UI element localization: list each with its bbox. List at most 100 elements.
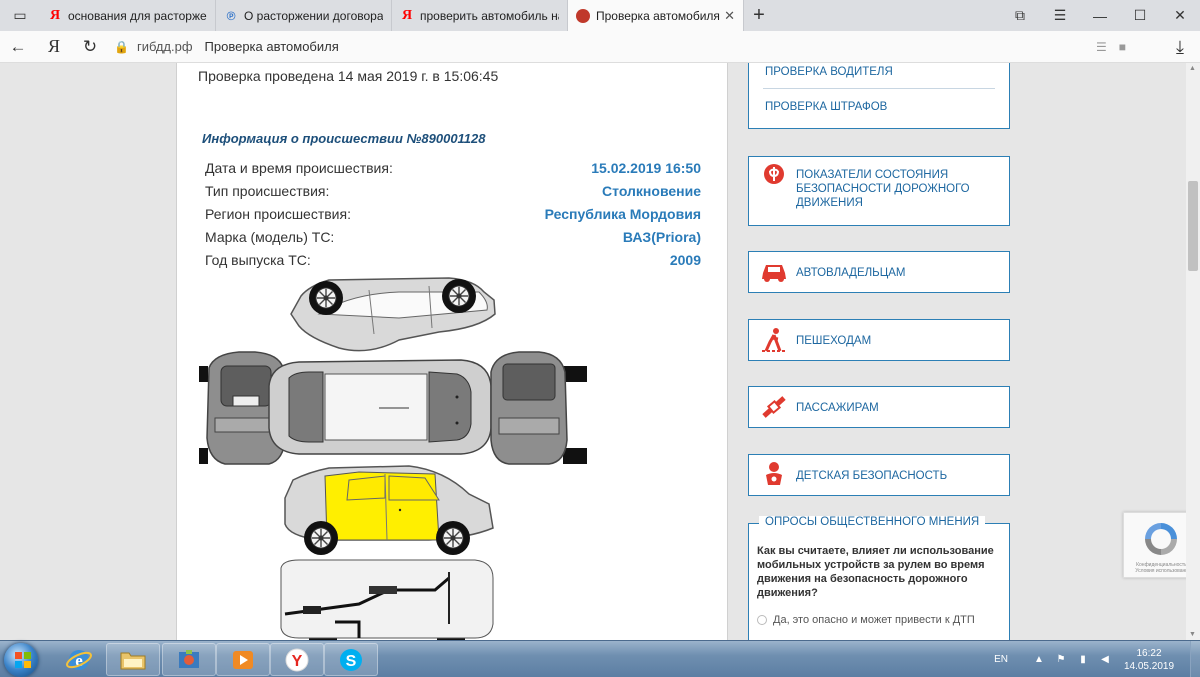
sidebar-item-label: ПЕШЕХОДАМ	[796, 335, 872, 347]
incident-title: Информация о происшествии №890001128	[202, 131, 486, 146]
show-desktop-button[interactable]	[1190, 641, 1200, 677]
browser-tab-3[interactable]: Я проверить автомобиль на	[392, 0, 568, 31]
url-field[interactable]: 🔒 гибдд.рф Проверка автомобиля ☰ ■	[114, 34, 1134, 60]
info-value: ВАЗ(Priora)	[622, 229, 701, 245]
scroll-down-arrow-icon[interactable]: ▼	[1189, 631, 1196, 638]
new-tab-button[interactable]: +	[744, 0, 774, 31]
seatbelt-icon	[759, 392, 789, 422]
child-icon	[759, 460, 789, 490]
control-panel-icon[interactable]	[162, 643, 216, 676]
tab-title: проверить автомобиль на	[420, 8, 559, 23]
car-damage-diagram	[199, 277, 587, 640]
yandex-icon: Я	[401, 7, 413, 23]
radio-button[interactable]	[757, 615, 767, 625]
action-center-icon[interactable]: ⚑	[1052, 654, 1070, 665]
window-controls: ⧉ ☰ — ☐ ✕	[1000, 0, 1200, 31]
divider	[763, 88, 995, 89]
car-top-view	[268, 359, 492, 455]
info-row: Дата и время происшествия: 15.02.2019 16…	[205, 160, 701, 183]
skype-icon[interactable]: S	[324, 643, 378, 676]
info-row: Марка (модель) ТС: ВАЗ(Priora)	[205, 229, 701, 252]
info-label: Марка (модель) ТС:	[205, 229, 335, 245]
recaptcha-icon	[1145, 523, 1177, 555]
stats-icon	[759, 159, 789, 189]
info-label: Регион происшествия:	[205, 206, 351, 222]
page-scrollbar[interactable]: ▲ ▼	[1186, 63, 1200, 640]
check-fines-link[interactable]: ПРОВЕРКА ШТРАФОВ	[765, 101, 887, 113]
sidebar-item-child-safety[interactable]: ДЕТСКАЯ БЕЗОПАСНОСТЬ	[748, 454, 1010, 496]
car-right-side-view	[284, 465, 494, 556]
info-label: Дата и время происшествия:	[205, 160, 393, 176]
page-viewport: Проверка проведена 14 мая 2019 г. в 15:0…	[0, 63, 1186, 640]
clock[interactable]: 16:22 14.05.2019	[1118, 647, 1180, 673]
internet-explorer-icon[interactable]: e	[52, 643, 106, 676]
scrollbar-thumb[interactable]	[1188, 181, 1198, 271]
windows-taskbar: e Y S EN ▲ ⚑ ▮ ◀ 16:22 14.05.2019	[0, 640, 1200, 677]
yandex-home-icon[interactable]: Я	[36, 36, 72, 57]
scroll-up-arrow-icon[interactable]: ▲	[1189, 65, 1196, 72]
poll-question: Как вы считаете, влияет ли использование…	[757, 545, 994, 599]
bookmark-manager-icon[interactable]: ⧉	[1000, 0, 1040, 31]
media-player-icon[interactable]	[216, 643, 270, 676]
info-row: Регион происшествия: Республика Мордовия	[205, 206, 701, 229]
volume-icon[interactable]: ◀	[1096, 654, 1114, 665]
info-value: Столкновение	[602, 183, 701, 199]
start-button[interactable]	[4, 643, 38, 677]
yandex-icon: Я	[49, 7, 61, 23]
poll-option[interactable]: Да, это опасно и может привести к ДТП	[757, 614, 975, 626]
minimize-button[interactable]: —	[1080, 0, 1120, 31]
main-column: Проверка проведена 14 мая 2019 г. в 15:0…	[176, 63, 728, 640]
browser-tab-strip: ▭ Я основания для расторжен ℗ О расторже…	[0, 0, 1200, 31]
tab-title: основания для расторжен	[68, 8, 207, 23]
sidebar-item-label: ПАССАЖИРАМ	[796, 402, 879, 414]
tab-title: Проверка автомобиля	[596, 8, 720, 23]
bookmark-icon[interactable]: ■	[1119, 40, 1126, 54]
svg-text:S: S	[346, 653, 357, 670]
info-value: 15.02.2019 16:50	[591, 160, 701, 176]
browser-tab-4-active[interactable]: Проверка автомобиля ✕	[568, 0, 744, 31]
reader-mode-icon[interactable]: ☰	[1096, 40, 1107, 54]
lock-icon[interactable]: 🔒	[114, 40, 129, 54]
sidebar-item-label: ДЕТСКАЯ БЕЗОПАСНОСТЬ	[796, 470, 948, 482]
file-explorer-icon[interactable]	[106, 643, 160, 676]
clock-date: 14.05.2019	[1123, 660, 1175, 672]
yandex-browser-taskbar-icon[interactable]: Y	[270, 643, 324, 676]
network-icon[interactable]: ▮	[1074, 654, 1092, 665]
car-underbody-view	[280, 559, 494, 640]
checks-links-card: ПРОВЕРКА ВОДИТЕЛЯ ПРОВЕРКА ШТРАФОВ	[748, 63, 1010, 129]
language-indicator[interactable]: EN	[994, 654, 1008, 665]
tray-expand-icon[interactable]: ▲	[1030, 654, 1048, 665]
incident-info-table: Дата и время происшествия: 15.02.2019 16…	[205, 160, 701, 275]
info-value: 2009	[669, 252, 701, 268]
download-icon[interactable]: ⤓	[1176, 37, 1184, 58]
browser-tab-2[interactable]: ℗ О расторжении договора	[216, 0, 392, 31]
windows-logo-icon	[15, 652, 31, 668]
back-arrow-icon[interactable]: ←	[0, 37, 36, 57]
pedestrian-icon	[759, 325, 789, 355]
sidebar-item-label: ПОКАЗАТЕЛИ СОСТОЯНИЯ БЕЗОПАСНОСТИ ДОРОЖН…	[796, 169, 970, 209]
p-icon: ℗	[226, 8, 236, 23]
close-window-button[interactable]: ✕	[1160, 0, 1200, 31]
browser-tab-1[interactable]: Я основания для расторжен	[40, 0, 216, 31]
car-left-side-view	[290, 277, 496, 352]
sidebar-item-car-owners[interactable]: АВТОВЛАДЕЛЬЦАМ	[748, 251, 1010, 293]
right-sidebar: ПРОВЕРКА ВОДИТЕЛЯ ПРОВЕРКА ШТРАФОВ ПОКАЗ…	[748, 63, 1010, 640]
sidebar-item-pedestrians[interactable]: ПЕШЕХОДАМ	[748, 319, 1010, 361]
gibdd-icon	[576, 8, 590, 23]
reload-icon[interactable]: ↻	[72, 37, 108, 57]
info-label: Тип происшествия:	[205, 183, 330, 199]
menu-icon[interactable]: ☰	[1040, 0, 1080, 31]
info-value: Республика Мордовия	[544, 206, 701, 222]
sidebar-item-safety-stats[interactable]: ПОКАЗАТЕЛИ СОСТОЯНИЯ БЕЗОПАСНОСТИ ДОРОЖН…	[748, 156, 1010, 226]
maximize-button[interactable]: ☐	[1120, 0, 1160, 31]
info-row: Тип происшествия: Столкновение	[205, 183, 701, 206]
opinion-poll: ОПРОСЫ ОБЩЕСТВЕННОГО МНЕНИЯ Как вы счита…	[748, 516, 1010, 640]
tabs-panel-icon[interactable]: ▭	[0, 0, 40, 31]
check-driver-link[interactable]: ПРОВЕРКА ВОДИТЕЛЯ	[765, 66, 893, 78]
url-page-title: Проверка автомобиля	[204, 39, 339, 54]
sidebar-item-passengers[interactable]: ПАССАЖИРАМ	[748, 386, 1010, 428]
url-domain: гибдд.рф	[136, 39, 193, 54]
car-front-view	[490, 351, 587, 465]
clock-time: 16:22	[1136, 647, 1162, 659]
close-tab-icon[interactable]: ✕	[724, 8, 735, 24]
